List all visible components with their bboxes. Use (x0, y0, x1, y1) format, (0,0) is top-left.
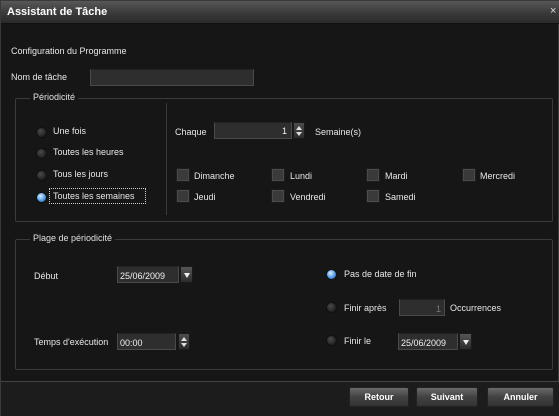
checkbox-saturday[interactable] (366, 189, 380, 203)
periodicity-divider (166, 103, 167, 215)
radio-weekly[interactable] (36, 192, 47, 203)
next-button[interactable]: Suivant (416, 387, 478, 407)
config-heading: Configuration du Programme (11, 46, 127, 56)
start-label: Début (34, 271, 59, 281)
title-bar: Assistant de Tâche × (1, 1, 559, 24)
start-date-dropdown[interactable] (180, 266, 193, 283)
window-title: Assistant de Tâche (7, 6, 108, 18)
radio-hourly[interactable] (36, 148, 47, 159)
saturday-label: Samedi (385, 192, 416, 202)
occurrences-label: Occurrences (450, 303, 502, 313)
footer-bar: Retour Suivant Annuler (1, 381, 559, 416)
spin-down-icon[interactable] (296, 132, 302, 136)
no-end-date-label: Pas de date de fin (344, 269, 417, 279)
every-label: Chaque (175, 127, 207, 137)
checkbox-wednesday[interactable] (462, 168, 476, 182)
task-name-label: Nom de tâche (11, 72, 68, 82)
finish-on-label: Finir le (344, 336, 372, 346)
checkbox-tuesday[interactable] (366, 168, 380, 182)
checkbox-monday[interactable] (271, 168, 285, 182)
every-spinner[interactable] (293, 122, 305, 139)
exec-time-spinner[interactable] (178, 333, 190, 350)
radio-weekly-label: Toutes les semaines (53, 191, 135, 201)
sunday-label: Dimanche (194, 171, 235, 181)
finish-on-date-field[interactable]: 25/06/2009 (398, 333, 458, 350)
radio-finish-after[interactable] (326, 302, 337, 313)
radio-hourly-label: Toutes les heures (53, 147, 124, 157)
occurrences-field[interactable]: 1 (399, 299, 445, 316)
range-legend: Plage de périodicité (30, 233, 116, 243)
tuesday-label: Mardi (385, 171, 408, 181)
spin-up-icon[interactable] (296, 126, 302, 130)
cancel-button[interactable]: Annuler (487, 387, 554, 407)
every-value-input[interactable]: 1 (214, 122, 292, 139)
radio-daily[interactable] (36, 170, 47, 181)
task-wizard-window: Assistant de Tâche × Configuration du Pr… (0, 0, 559, 416)
checkbox-friday[interactable] (271, 189, 285, 203)
monday-label: Lundi (290, 171, 313, 181)
radio-once[interactable] (36, 127, 47, 138)
unit-label: Semaine(s) (315, 127, 362, 137)
finish-on-dropdown[interactable] (459, 333, 472, 350)
radio-no-end-date[interactable] (326, 269, 337, 280)
spin-up-icon[interactable] (181, 337, 187, 341)
checkbox-sunday[interactable] (176, 168, 190, 182)
start-date-field[interactable]: 25/06/2009 (117, 266, 179, 283)
finish-after-label: Finir après (344, 303, 387, 313)
friday-label: Vendredi (290, 192, 326, 202)
task-name-input[interactable] (90, 69, 254, 86)
close-icon[interactable]: × (550, 5, 559, 17)
thursday-label: Jeudi (194, 192, 216, 202)
back-button[interactable]: Retour (349, 387, 409, 407)
exec-time-field[interactable]: 00:00 (117, 333, 176, 350)
periodicity-legend: Périodicité (30, 92, 79, 102)
chevron-down-icon (463, 340, 469, 345)
spin-down-icon[interactable] (181, 343, 187, 347)
radio-once-label: Une fois (53, 126, 87, 136)
footer-divider (1, 381, 559, 382)
exec-time-label: Temps d'exécution (34, 337, 109, 347)
chevron-down-icon (184, 273, 190, 278)
wednesday-label: Mercredi (480, 171, 516, 181)
radio-daily-label: Tous les jours (53, 169, 109, 179)
radio-finish-on[interactable] (326, 335, 337, 346)
checkbox-thursday[interactable] (176, 189, 190, 203)
